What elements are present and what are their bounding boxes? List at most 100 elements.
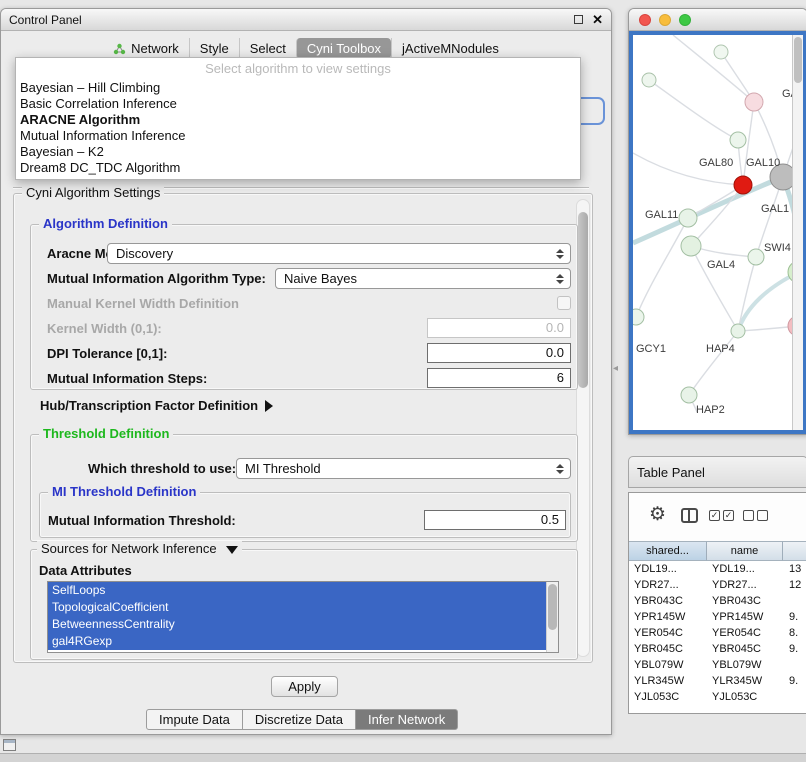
attribute-list-item[interactable]: SelfLoops	[48, 582, 546, 599]
cyni-algorithm-settings-group: Cyni Algorithm Settings Algorithm Defini…	[13, 193, 593, 663]
screen: Control Panel ✕ Network Style Select	[0, 0, 806, 762]
close-icon[interactable]: ✕	[592, 13, 603, 26]
tab-style[interactable]: Style	[189, 38, 239, 59]
status-bar	[0, 753, 806, 762]
network-scrollbar[interactable]	[792, 35, 803, 430]
mi-steps-input[interactable]: 6	[427, 368, 571, 388]
scrollbar-thumb[interactable]	[578, 212, 588, 388]
network-node[interactable]	[745, 93, 763, 111]
checked-checkbox-icon: ✓	[723, 510, 734, 521]
network-node[interactable]	[734, 176, 752, 194]
network-node[interactable]	[748, 249, 764, 265]
float-window-icon[interactable]	[574, 15, 583, 24]
network-node[interactable]	[681, 236, 701, 256]
scrollbar-thumb[interactable]	[548, 584, 557, 630]
mac-zoom-button[interactable]	[679, 14, 691, 26]
algorithm-option-selected[interactable]: ARACNE Algorithm	[16, 112, 580, 128]
tab-infer-network[interactable]: Infer Network	[355, 709, 458, 730]
tab-impute-data[interactable]: Impute Data	[146, 709, 243, 730]
tab-label: Style	[200, 41, 229, 56]
network-edge	[673, 35, 754, 102]
table-row[interactable]: YDR27...YDR27...12	[629, 577, 806, 593]
settings-scrollbar[interactable]	[576, 199, 590, 657]
minimized-panel-icon[interactable]	[3, 739, 16, 751]
network-edge	[738, 257, 756, 331]
table-row[interactable]: YPR145WYPR145W9.	[629, 609, 806, 625]
apply-button[interactable]: Apply	[271, 676, 338, 697]
tab-cyni-toolbox[interactable]: Cyni Toolbox	[296, 38, 391, 59]
column-visibility-icon[interactable]	[681, 508, 698, 523]
table-cell: YER054C	[707, 625, 783, 641]
network-node[interactable]	[731, 324, 745, 338]
column-header-extra[interactable]	[783, 541, 806, 561]
network-node[interactable]	[714, 45, 728, 59]
tab-label: Network	[131, 41, 179, 56]
gear-icon[interactable]: ⚙	[649, 502, 666, 529]
network-node-label: GAL1	[761, 203, 789, 215]
threshold-type-select[interactable]: MI Threshold	[236, 458, 571, 479]
kernel-width-input[interactable]: 0.0	[427, 318, 571, 338]
manual-kernel-checkbox[interactable]	[557, 296, 571, 310]
algorithm-option[interactable]: Bayesian – K2	[16, 144, 580, 160]
list-scrollbar[interactable]	[546, 582, 558, 652]
algorithm-option[interactable]: Bayesian – Hill Climbing	[16, 80, 580, 96]
table-row[interactable]: YER054CYER054C8.	[629, 625, 806, 641]
network-node[interactable]	[730, 132, 746, 148]
tab-select[interactable]: Select	[239, 38, 296, 59]
network-node[interactable]	[679, 209, 697, 227]
mi-threshold-input[interactable]: 0.5	[424, 510, 566, 530]
kernel-width-label: Kernel Width (0,1):	[47, 318, 162, 339]
attribute-list-item[interactable]: BetweennessCentrality	[48, 616, 546, 633]
threshold-definition-group: Threshold Definition Which threshold to …	[30, 434, 578, 542]
deselect-all-button[interactable]	[743, 510, 768, 521]
data-attributes-list[interactable]: SelfLoops TopologicalCoefficient Between…	[47, 581, 559, 653]
table-panel-titlebar: Table Panel	[628, 456, 806, 488]
collapse-down-icon	[226, 546, 238, 554]
column-header-name[interactable]: name	[707, 541, 783, 561]
table-cell: YDL19...	[629, 561, 707, 577]
scrollbar-thumb[interactable]	[794, 37, 802, 83]
mi-algorithm-type-select[interactable]: Naive Bayes	[275, 268, 571, 289]
network-edge	[688, 185, 743, 218]
table-cell: YDR27...	[629, 577, 707, 593]
sources-toggle[interactable]: Sources for Network Inference	[37, 541, 242, 557]
table-row[interactable]: YDL19...YDL19...13	[629, 561, 806, 577]
table-cell: YER054C	[629, 625, 707, 641]
table-row[interactable]: YJL053CYJL053C	[629, 689, 806, 705]
network-node[interactable]	[642, 73, 656, 87]
dpi-tolerance-input[interactable]: 0.0	[427, 343, 571, 363]
table-row[interactable]: YLR345WYLR345W9.	[629, 673, 806, 689]
network-node[interactable]	[681, 387, 697, 403]
group-title: Cyni Algorithm Settings	[22, 185, 164, 201]
empty-checkbox-icon	[757, 510, 768, 521]
algorithm-option[interactable]: Basic Correlation Inference	[16, 96, 580, 112]
table-cell: YDL19...	[707, 561, 783, 577]
tab-jactivemnodules[interactable]: jActiveMNodules	[391, 38, 509, 59]
hub-definition-label: Hub/Transcription Factor Definition	[40, 398, 258, 413]
select-all-button[interactable]: ✓ ✓	[709, 510, 734, 521]
tab-discretize-data[interactable]: Discretize Data	[242, 709, 356, 730]
algorithm-option[interactable]: Mutual Information Inference	[16, 128, 580, 144]
aracne-mode-select[interactable]: Discovery	[107, 243, 571, 264]
tab-network[interactable]: Network	[103, 38, 189, 59]
column-header-shared[interactable]: shared...	[629, 541, 707, 561]
table-cell: 9.	[783, 609, 806, 625]
tab-label: Select	[250, 41, 286, 56]
network-canvas[interactable]: GALGAL80GAL10GAL11GAL1SWI4GAL4GCY1HAP4HA…	[629, 31, 806, 434]
attribute-list-item[interactable]: TopologicalCoefficient	[48, 599, 546, 616]
table-row[interactable]: YBR045CYBR045C9.	[629, 641, 806, 657]
mac-close-button[interactable]	[639, 14, 651, 26]
panel-divider-handle[interactable]: ◂	[613, 363, 618, 374]
table-row[interactable]: YBR043CYBR043C	[629, 593, 806, 609]
hub-definition-toggle[interactable]: Hub/Transcription Factor Definition	[40, 398, 273, 413]
network-node[interactable]	[633, 309, 644, 325]
mi-steps-label: Mutual Information Steps:	[47, 368, 207, 389]
table-cell: YLR345W	[707, 673, 783, 689]
table-row[interactable]: YBL079WYBL079W	[629, 657, 806, 673]
attribute-list-item[interactable]: gal4RGexp	[48, 633, 546, 650]
algorithm-option[interactable]: Dream8 DC_TDC Algorithm	[16, 160, 580, 176]
tab-label: jActiveMNodules	[402, 41, 499, 56]
mac-minimize-button[interactable]	[659, 14, 671, 26]
network-edge	[636, 218, 688, 317]
network-graph[interactable]: GALGAL80GAL10GAL11GAL1SWI4GAL4GCY1HAP4HA…	[633, 35, 805, 434]
